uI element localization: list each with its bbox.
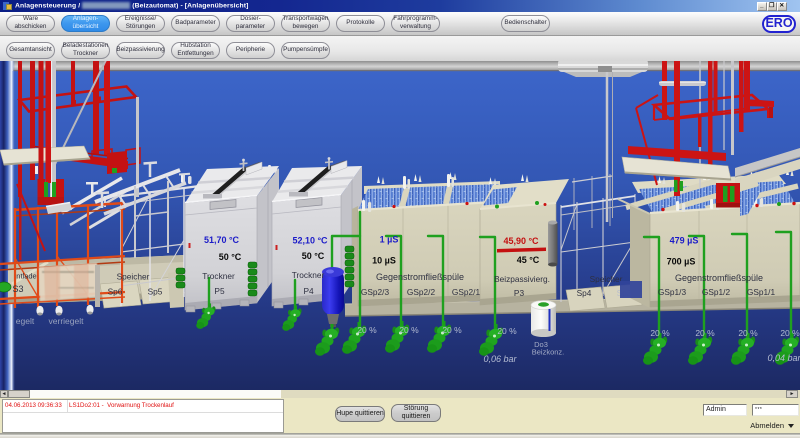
svg-text:GSp2/1: GSp2/1 (452, 287, 481, 297)
svg-text:700 µS: 700 µS (667, 257, 696, 267)
svg-text:P3: P3 (514, 288, 525, 298)
svg-text:verriegelt: verriegelt (49, 316, 85, 326)
svg-text:Gegenstromfließspüle: Gegenstromfließspüle (675, 273, 763, 283)
svg-text:GSp1/1: GSp1/1 (747, 287, 776, 297)
svg-text:45 °C: 45 °C (517, 255, 540, 265)
svg-text:GSp2/3: GSp2/3 (361, 287, 390, 297)
svg-text:ntlade: ntlade (16, 272, 36, 281)
svg-text:20 %: 20 % (399, 325, 419, 335)
svg-text:20 %: 20 % (357, 325, 377, 335)
svg-text:20 %: 20 % (738, 328, 758, 338)
svg-text:Sp4: Sp4 (577, 288, 592, 298)
svg-text:52,10 °C: 52,10 °C (292, 236, 328, 246)
svg-text:GSp1/3: GSp1/3 (658, 287, 687, 297)
svg-text:20 %: 20 % (780, 328, 800, 338)
svg-text:20 %: 20 % (650, 328, 670, 338)
svg-text:10 µS: 10 µS (372, 256, 396, 266)
svg-text:P5: P5 (214, 286, 225, 296)
svg-text:P4: P4 (304, 286, 315, 296)
svg-text:GSp2/2: GSp2/2 (407, 287, 436, 297)
svg-text:479 µS: 479 µS (670, 236, 699, 246)
svg-text:S3: S3 (12, 284, 23, 294)
svg-text:Gegenstromfließspüle: Gegenstromfließspüle (376, 272, 464, 282)
svg-text:20 %: 20 % (695, 328, 715, 338)
svg-text:50 °C: 50 °C (302, 251, 325, 261)
svg-text:45,90 °C: 45,90 °C (503, 236, 539, 246)
svg-text:20 %: 20 % (497, 326, 517, 336)
svg-text:Speicher: Speicher (117, 272, 150, 282)
svg-text:Beizpassivierg.: Beizpassivierg. (494, 274, 550, 284)
svg-text:0,06 bar: 0,06 bar (483, 354, 517, 364)
svg-text:50 °C: 50 °C (219, 252, 242, 262)
svg-text:0,04 bar: 0,04 bar (767, 353, 800, 363)
svg-text:1 µS: 1 µS (380, 235, 399, 245)
svg-text:egelt: egelt (16, 316, 35, 326)
svg-text:Sp6: Sp6 (108, 287, 123, 297)
svg-text:GSp1/2: GSp1/2 (702, 287, 731, 297)
svg-text:51,70 °C: 51,70 °C (204, 235, 240, 245)
svg-text:Speicher: Speicher (590, 274, 623, 284)
svg-text:Beizkonz.: Beizkonz. (532, 348, 565, 357)
svg-text:Trockner: Trockner (202, 271, 235, 281)
svg-text:20 %: 20 % (442, 325, 462, 335)
svg-text:Sp5: Sp5 (148, 287, 163, 297)
svg-text:Trockner: Trockner (292, 270, 325, 280)
